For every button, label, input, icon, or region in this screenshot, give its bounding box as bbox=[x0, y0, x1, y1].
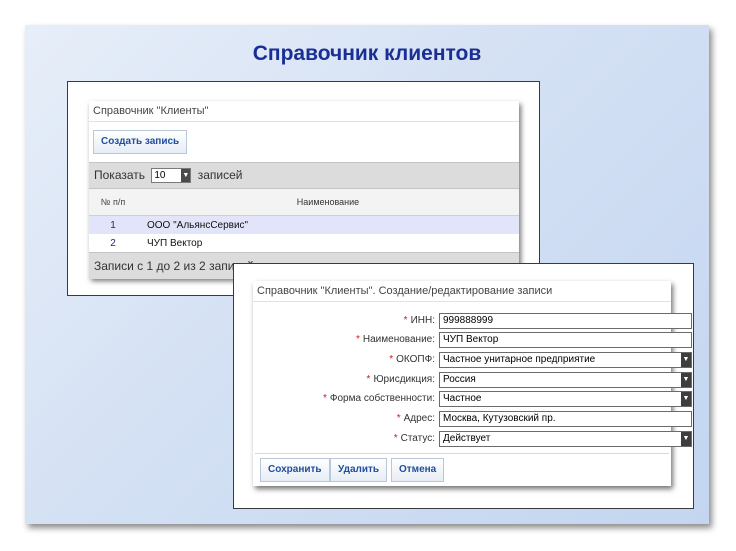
chevron-down-icon: ▼ bbox=[681, 432, 691, 446]
ownership-label: * Форма собственности: bbox=[322, 393, 435, 404]
inn-input[interactable]: 999888999 bbox=[439, 313, 692, 329]
save-button[interactable]: Сохранить bbox=[260, 458, 330, 482]
form-row-okopf: * ОКОПФ: Частное унитарное предприятие ▼ bbox=[253, 352, 692, 371]
inn-label: * ИНН: bbox=[403, 315, 435, 326]
client-edit-panel: Справочник "Клиенты". Создание/редактиро… bbox=[253, 281, 692, 486]
status-select[interactable]: Действует ▼ bbox=[439, 431, 692, 447]
page-size-select[interactable]: 10 ▼ bbox=[151, 168, 192, 184]
ownership-value: Частное bbox=[443, 393, 482, 404]
jurisdiction-label: * Юрисдикция: bbox=[366, 374, 435, 385]
chevron-down-icon: ▼ bbox=[181, 169, 191, 183]
required-mark: * bbox=[322, 393, 327, 404]
form-row-inn: * ИНН: 999888999 bbox=[253, 313, 692, 332]
row-num: 1 bbox=[89, 215, 137, 234]
list-panel-header: Справочник "Клиенты" bbox=[89, 101, 519, 122]
required-mark: * bbox=[396, 413, 401, 424]
table-header-row: № п/п Наименование bbox=[89, 189, 519, 216]
jurisdiction-select[interactable]: Россия ▼ bbox=[439, 372, 692, 388]
ownership-select[interactable]: Частное ▼ bbox=[439, 391, 692, 407]
required-mark: * bbox=[366, 374, 371, 385]
chevron-down-icon: ▼ bbox=[681, 373, 691, 387]
row-num: 2 bbox=[89, 234, 137, 252]
records-label: записей bbox=[197, 168, 243, 182]
clients-table: № п/п Наименование 1 ООО "АльянсСервис" … bbox=[89, 189, 519, 252]
list-toolbar: Показать 10 ▼ записей bbox=[89, 162, 519, 189]
table-row[interactable]: 1 ООО "АльянсСервис" bbox=[89, 215, 519, 234]
required-mark: * bbox=[389, 354, 394, 365]
edit-screenshot: Справочник "Клиенты". Создание/редактиро… bbox=[233, 263, 694, 509]
status-label: * Статус: bbox=[393, 433, 435, 444]
required-mark: * bbox=[403, 315, 408, 326]
column-header-num[interactable]: № п/п bbox=[89, 189, 137, 216]
name-input[interactable]: ЧУП Вектор bbox=[439, 332, 692, 348]
address-input[interactable]: Москва, Кутузовский пр. bbox=[439, 411, 692, 427]
status-value: Действует bbox=[443, 433, 491, 444]
form-row-address: * Адрес: Москва, Кутузовский пр. bbox=[253, 411, 692, 430]
okopf-select[interactable]: Частное унитарное предприятие ▼ bbox=[439, 352, 692, 368]
required-mark: * bbox=[355, 334, 360, 345]
chevron-down-icon: ▼ bbox=[681, 392, 691, 406]
okopf-label: * ОКОПФ: bbox=[389, 354, 435, 365]
okopf-value: Частное унитарное предприятие bbox=[443, 354, 596, 365]
chevron-down-icon: ▼ bbox=[681, 353, 691, 367]
row-name[interactable]: ЧУП Вектор bbox=[137, 234, 519, 252]
delete-button[interactable]: Удалить bbox=[330, 458, 388, 482]
form-row-status: * Статус: Действует ▼ bbox=[253, 431, 692, 450]
name-label: * Наименование: bbox=[355, 334, 435, 345]
row-name[interactable]: ООО "АльянсСервис" bbox=[137, 215, 519, 234]
form-row-ownership: * Форма собственности: Частное ▼ bbox=[253, 391, 692, 410]
form-row-jurisdiction: * Юрисдикция: Россия ▼ bbox=[253, 372, 692, 391]
form-divider bbox=[255, 453, 669, 454]
address-label: * Адрес: bbox=[396, 413, 435, 424]
clients-list-panel: Справочник "Клиенты" Создать запись Пока… bbox=[89, 101, 519, 279]
show-label: Показать bbox=[94, 168, 146, 182]
column-header-name[interactable]: Наименование bbox=[137, 189, 519, 216]
cancel-button[interactable]: Отмена bbox=[391, 458, 445, 482]
slide-title: Справочник клиентов bbox=[252, 42, 482, 65]
create-record-button[interactable]: Создать запись bbox=[93, 130, 188, 154]
slide: Справочник клиентов Справочник "Клиенты"… bbox=[25, 25, 709, 524]
required-mark: * bbox=[393, 433, 398, 444]
edit-panel-header: Справочник "Клиенты". Создание/редактиро… bbox=[253, 281, 671, 302]
jurisdiction-value: Россия bbox=[443, 374, 476, 385]
form-row-name: * Наименование: ЧУП Вектор bbox=[253, 332, 692, 351]
table-row[interactable]: 2 ЧУП Вектор bbox=[89, 234, 519, 252]
page-size-value: 10 bbox=[154, 170, 166, 182]
